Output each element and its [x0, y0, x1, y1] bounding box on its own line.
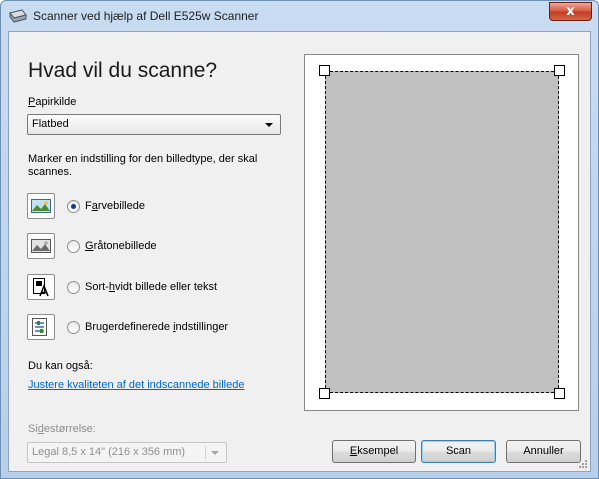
color-picture-radio[interactable]: [67, 200, 80, 213]
black-white-text-radio[interactable]: [67, 281, 80, 294]
dialog-client-area: Hvad vil du scanne? Papirkilde Flatbed M…: [8, 31, 591, 472]
scan-preview-area[interactable]: [304, 54, 579, 411]
grayscale-picture-icon[interactable]: [27, 233, 55, 259]
close-button[interactable]: x: [549, 2, 592, 21]
color-picture-label[interactable]: Farvebillede: [85, 200, 145, 212]
custom-settings-icon[interactable]: [27, 314, 55, 340]
picture-type-description: Marker en indstilling for den billedtype…: [28, 153, 258, 178]
custom-settings-label[interactable]: Brugerdefinerede indstillinger: [85, 321, 228, 333]
paper-source-value: Flatbed: [32, 118, 69, 130]
page-size-select: Legal 8,5 x 14" (216 x 356 mm): [27, 442, 227, 463]
chevron-down-icon: [211, 451, 219, 455]
scanner-app-icon: [9, 9, 27, 23]
scan-region[interactable]: [325, 71, 559, 393]
color-picture-icon[interactable]: [27, 193, 55, 219]
close-icon: x: [566, 4, 575, 19]
grayscale-picture-radio[interactable]: [67, 240, 80, 253]
paper-source-label: Papirkilde: [28, 96, 77, 108]
select-divider: [205, 446, 206, 459]
preview-button[interactable]: Eksempel: [332, 440, 416, 463]
custom-settings-radio[interactable]: [67, 321, 80, 334]
also-label: Du kan også:: [28, 360, 93, 372]
page-size-value: Legal 8,5 x 14" (216 x 356 mm): [32, 446, 186, 458]
page-title: Hvad vil du scanne?: [28, 59, 218, 82]
scanner-window: Scanner ved hjælp af Dell E525w Scanner …: [0, 0, 599, 479]
paper-source-select[interactable]: Flatbed: [27, 114, 281, 135]
black-white-text-label[interactable]: Sort-hvidt billede eller tekst: [85, 281, 217, 293]
crop-handle-top-right[interactable]: [554, 65, 565, 76]
page-size-label: Sidestørrelse:: [28, 423, 96, 435]
adjust-quality-link[interactable]: Justere kvaliteten af det indscannede bi…: [28, 379, 244, 391]
crop-handle-bottom-left[interactable]: [319, 388, 330, 399]
cancel-button[interactable]: Annuller: [506, 440, 581, 463]
grayscale-picture-label[interactable]: Gråtonebillede: [85, 240, 157, 252]
scan-button[interactable]: Scan: [421, 440, 496, 463]
chevron-down-icon: [265, 123, 273, 127]
black-white-text-icon[interactable]: [27, 274, 55, 300]
crop-handle-bottom-right[interactable]: [554, 388, 565, 399]
window-title: Scanner ved hjælp af Dell E525w Scanner: [33, 9, 259, 23]
resize-grip-icon[interactable]: [578, 459, 588, 469]
title-bar[interactable]: Scanner ved hjælp af Dell E525w Scanner …: [1, 1, 598, 31]
crop-handle-top-left[interactable]: [319, 65, 330, 76]
